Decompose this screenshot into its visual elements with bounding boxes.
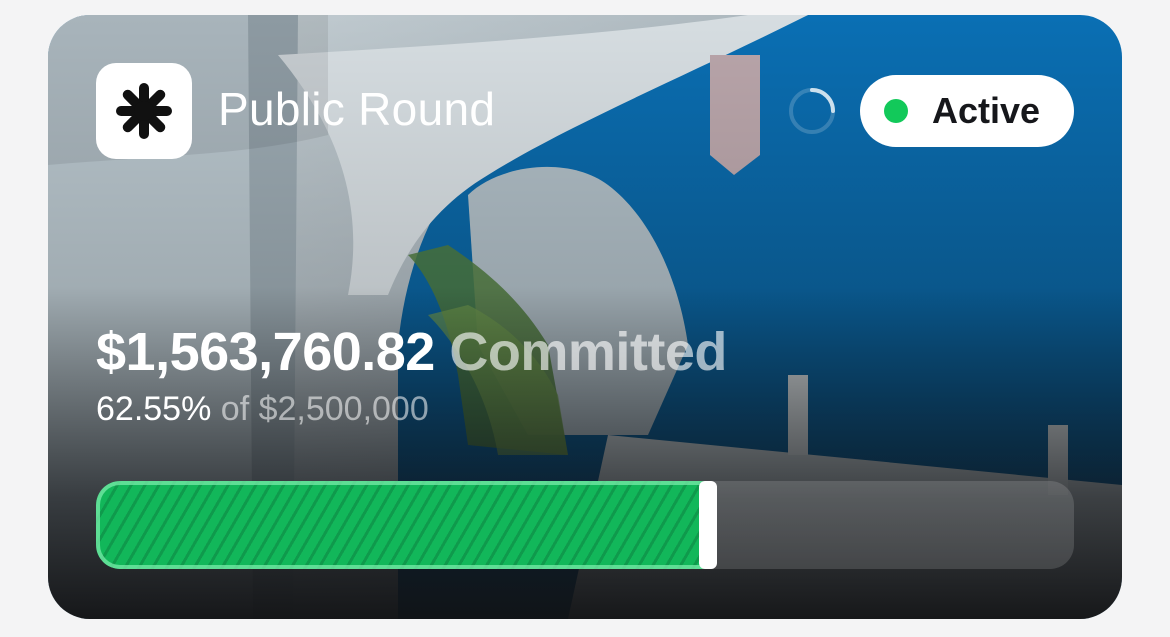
progress-bar-fill <box>96 481 708 569</box>
progress-percent: 62.55% <box>96 390 212 428</box>
status-label: Active <box>932 90 1041 131</box>
progress-bar <box>96 481 1074 569</box>
committed-amount: $1,563,760.82 Committed <box>96 321 727 383</box>
committed-suffix: Committed <box>449 322 727 382</box>
progress-summary: 62.55% of $2,500,000 <box>96 389 429 429</box>
committed-value: $1,563,760.82 <box>96 322 435 382</box>
status-badge: Active <box>860 75 1074 147</box>
target-amount: of $2,500,000 <box>220 390 429 428</box>
round-title: Public Round <box>218 83 496 135</box>
asterisk-burst-icon <box>116 83 172 139</box>
progress-bar-handle <box>699 481 717 569</box>
public-round-card[interactable]: Public Round Active $1,563,760.82 Commit… <box>48 15 1122 619</box>
loading-spinner-icon <box>789 88 835 134</box>
round-logo <box>96 63 192 159</box>
status-dot-icon <box>884 99 908 123</box>
